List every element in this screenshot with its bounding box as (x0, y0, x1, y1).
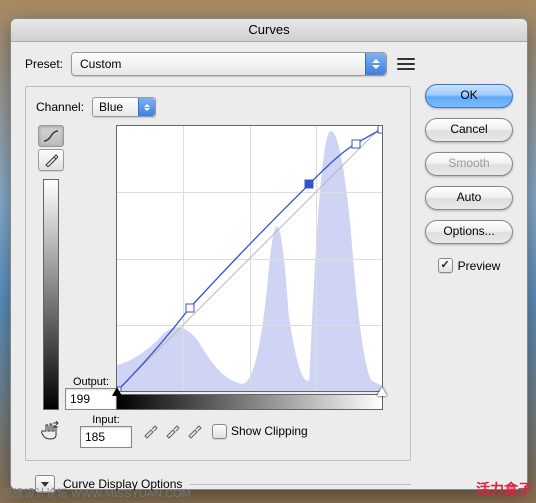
preview-label: Preview (458, 259, 501, 273)
window-title: Curves (248, 22, 289, 37)
divider (190, 484, 411, 485)
output-label: Output: (73, 376, 109, 388)
pencil-icon (44, 153, 58, 167)
checkbox-icon (212, 424, 227, 439)
pencil-tool[interactable] (38, 149, 64, 171)
output-gradient (43, 179, 59, 410)
updown-arrows-icon (138, 98, 155, 116)
input-label: Input: (92, 414, 120, 426)
eyedropper-black-icon[interactable] (142, 423, 158, 439)
curve-point[interactable] (378, 125, 384, 134)
checkbox-icon (438, 258, 453, 273)
input-input[interactable] (80, 426, 132, 448)
options-button[interactable]: Options... (425, 220, 513, 244)
auto-button[interactable]: Auto (425, 186, 513, 210)
curves-dialog: Curves Preset: Custom Channel: Blue (10, 18, 528, 490)
smooth-button[interactable]: Smooth (425, 152, 513, 176)
black-point-slider[interactable] (112, 387, 122, 396)
cancel-button[interactable]: Cancel (425, 118, 513, 142)
preset-select[interactable]: Custom (71, 52, 387, 76)
eyedropper-gray-icon[interactable] (164, 423, 180, 439)
preset-menu-icon[interactable] (395, 55, 417, 73)
curves-fieldset: Channel: Blue (25, 86, 411, 461)
eyedropper-white-icon[interactable] (186, 423, 202, 439)
curve-point-tool[interactable] (38, 125, 64, 147)
output-input[interactable] (65, 388, 117, 410)
show-clipping-label: Show Clipping (231, 424, 308, 438)
hand-icon (39, 421, 61, 441)
show-clipping-checkbox[interactable]: Show Clipping (212, 424, 308, 439)
input-gradient (116, 394, 383, 410)
curve-line (117, 126, 382, 391)
channel-label: Channel: (36, 100, 84, 114)
targeted-adjust-tool[interactable] (36, 421, 64, 441)
channel-select[interactable]: Blue (92, 97, 156, 117)
curve-point[interactable] (352, 139, 361, 148)
curve-graph[interactable] (116, 125, 383, 392)
white-point-slider[interactable] (377, 387, 387, 396)
curve-point[interactable] (305, 180, 314, 189)
curve-icon (43, 130, 59, 142)
eyedropper-group (142, 423, 202, 439)
titlebar: Curves (11, 19, 527, 42)
curve-point[interactable] (185, 303, 194, 312)
watermark-right: 活力盒子 (476, 479, 532, 499)
preview-checkbox[interactable]: Preview (425, 258, 513, 273)
channel-value: Blue (99, 100, 123, 114)
preset-value: Custom (80, 57, 121, 71)
preset-label: Preset: (25, 57, 63, 71)
updown-arrows-icon (365, 53, 386, 75)
watermark-left: 思缘设计论坛 WWW.MISSYUAN.COM (2, 485, 191, 501)
ok-button[interactable]: OK (425, 84, 513, 108)
